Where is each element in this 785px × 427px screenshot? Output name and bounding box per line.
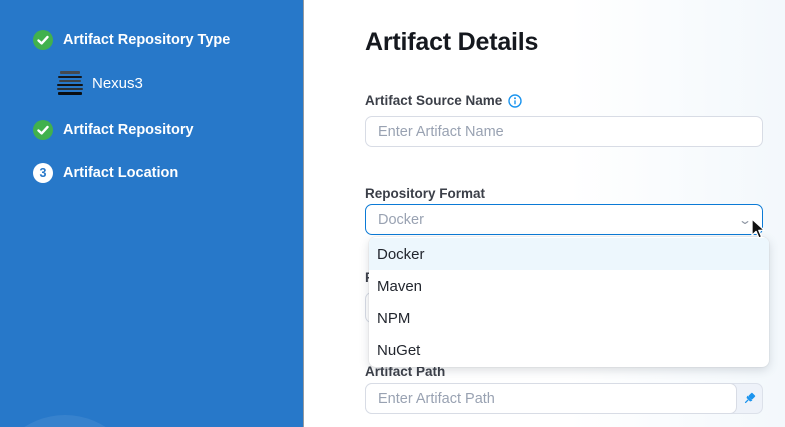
artifact-source-name-input[interactable]	[365, 116, 763, 147]
pin-button[interactable]	[737, 384, 762, 413]
artifact-source-name-label: Artifact Source Name	[365, 93, 522, 108]
artifact-wizard: Artifact Repository Type Nexus3 Artifact…	[0, 0, 785, 427]
dropdown-option-nuget[interactable]: NuGet	[369, 334, 769, 366]
sidebar-item-nexus3[interactable]: Nexus3	[57, 70, 143, 96]
step-label: Artifact Location	[63, 165, 178, 181]
chevron-down-icon: ⌄	[738, 213, 752, 227]
check-icon	[33, 30, 53, 50]
wizard-sidebar: Artifact Repository Type Nexus3 Artifact…	[0, 0, 304, 427]
repository-format-dropdown: Docker Maven NPM NuGet	[369, 237, 769, 367]
decorative-circle	[0, 415, 140, 427]
artifact-path-field	[365, 383, 763, 414]
pin-icon	[742, 391, 757, 406]
select-value: Docker	[378, 212, 740, 228]
nexus3-icon	[57, 70, 83, 96]
repository-format-label: Repository Format	[365, 186, 485, 201]
sidebar-item-artifact-location[interactable]: 3 Artifact Location	[33, 163, 178, 183]
dropdown-option-maven[interactable]: Maven	[369, 270, 769, 302]
check-icon	[33, 120, 53, 140]
step-number-badge: 3	[33, 163, 53, 183]
dropdown-option-docker[interactable]: Docker	[369, 238, 769, 270]
dropdown-option-npm[interactable]: NPM	[369, 302, 769, 334]
artifact-path-input[interactable]	[365, 383, 737, 414]
substep-label: Nexus3	[92, 75, 143, 92]
step-label: Artifact Repository	[63, 122, 194, 138]
repository-format-select[interactable]: Docker ⌄	[365, 204, 763, 235]
page-title: Artifact Details	[365, 28, 538, 57]
step-label: Artifact Repository Type	[63, 32, 230, 48]
artifact-details-panel: Artifact Details Artifact Source Name Re…	[305, 0, 785, 427]
sidebar-item-artifact-repository-type[interactable]: Artifact Repository Type	[33, 30, 230, 50]
sidebar-item-artifact-repository[interactable]: Artifact Repository	[33, 120, 194, 140]
info-icon[interactable]	[508, 94, 522, 108]
